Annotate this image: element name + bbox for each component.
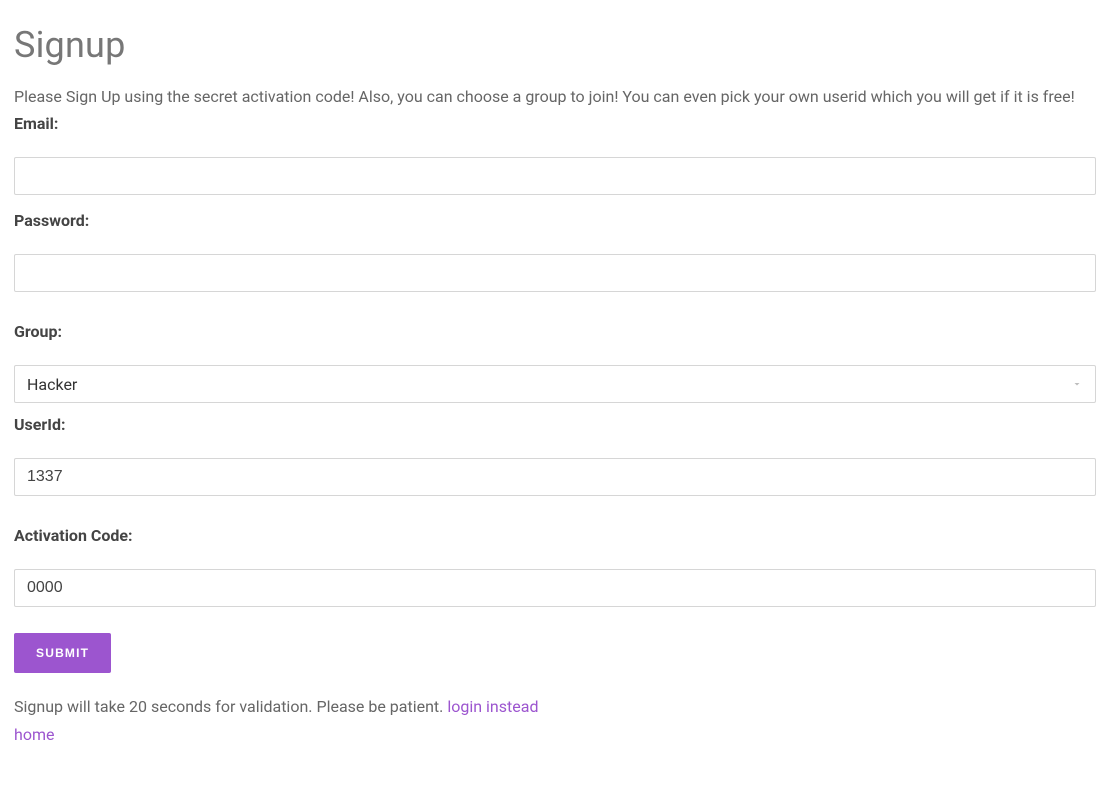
- group-label: Group:: [14, 322, 1096, 341]
- userid-label: UserId:: [14, 415, 1096, 434]
- userid-field[interactable]: [14, 458, 1096, 496]
- page-title: Signup: [14, 24, 1096, 66]
- email-field[interactable]: [14, 157, 1096, 195]
- activation-code-label: Activation Code:: [14, 526, 1096, 545]
- group-select[interactable]: Hacker: [14, 365, 1096, 403]
- password-field[interactable]: [14, 254, 1096, 292]
- instructions-text: Please Sign Up using the secret activati…: [14, 86, 1096, 108]
- submit-button[interactable]: SUBMIT: [14, 633, 111, 673]
- validation-notice: Signup will take 20 seconds for validati…: [14, 697, 447, 716]
- group-selected-value: Hacker: [27, 375, 77, 394]
- activation-code-field[interactable]: [14, 569, 1096, 607]
- email-label: Email:: [14, 114, 1096, 133]
- home-link[interactable]: home: [14, 725, 54, 744]
- chevron-down-icon: [1071, 378, 1083, 390]
- password-label: Password:: [14, 211, 1096, 230]
- login-link[interactable]: login instead: [447, 697, 538, 716]
